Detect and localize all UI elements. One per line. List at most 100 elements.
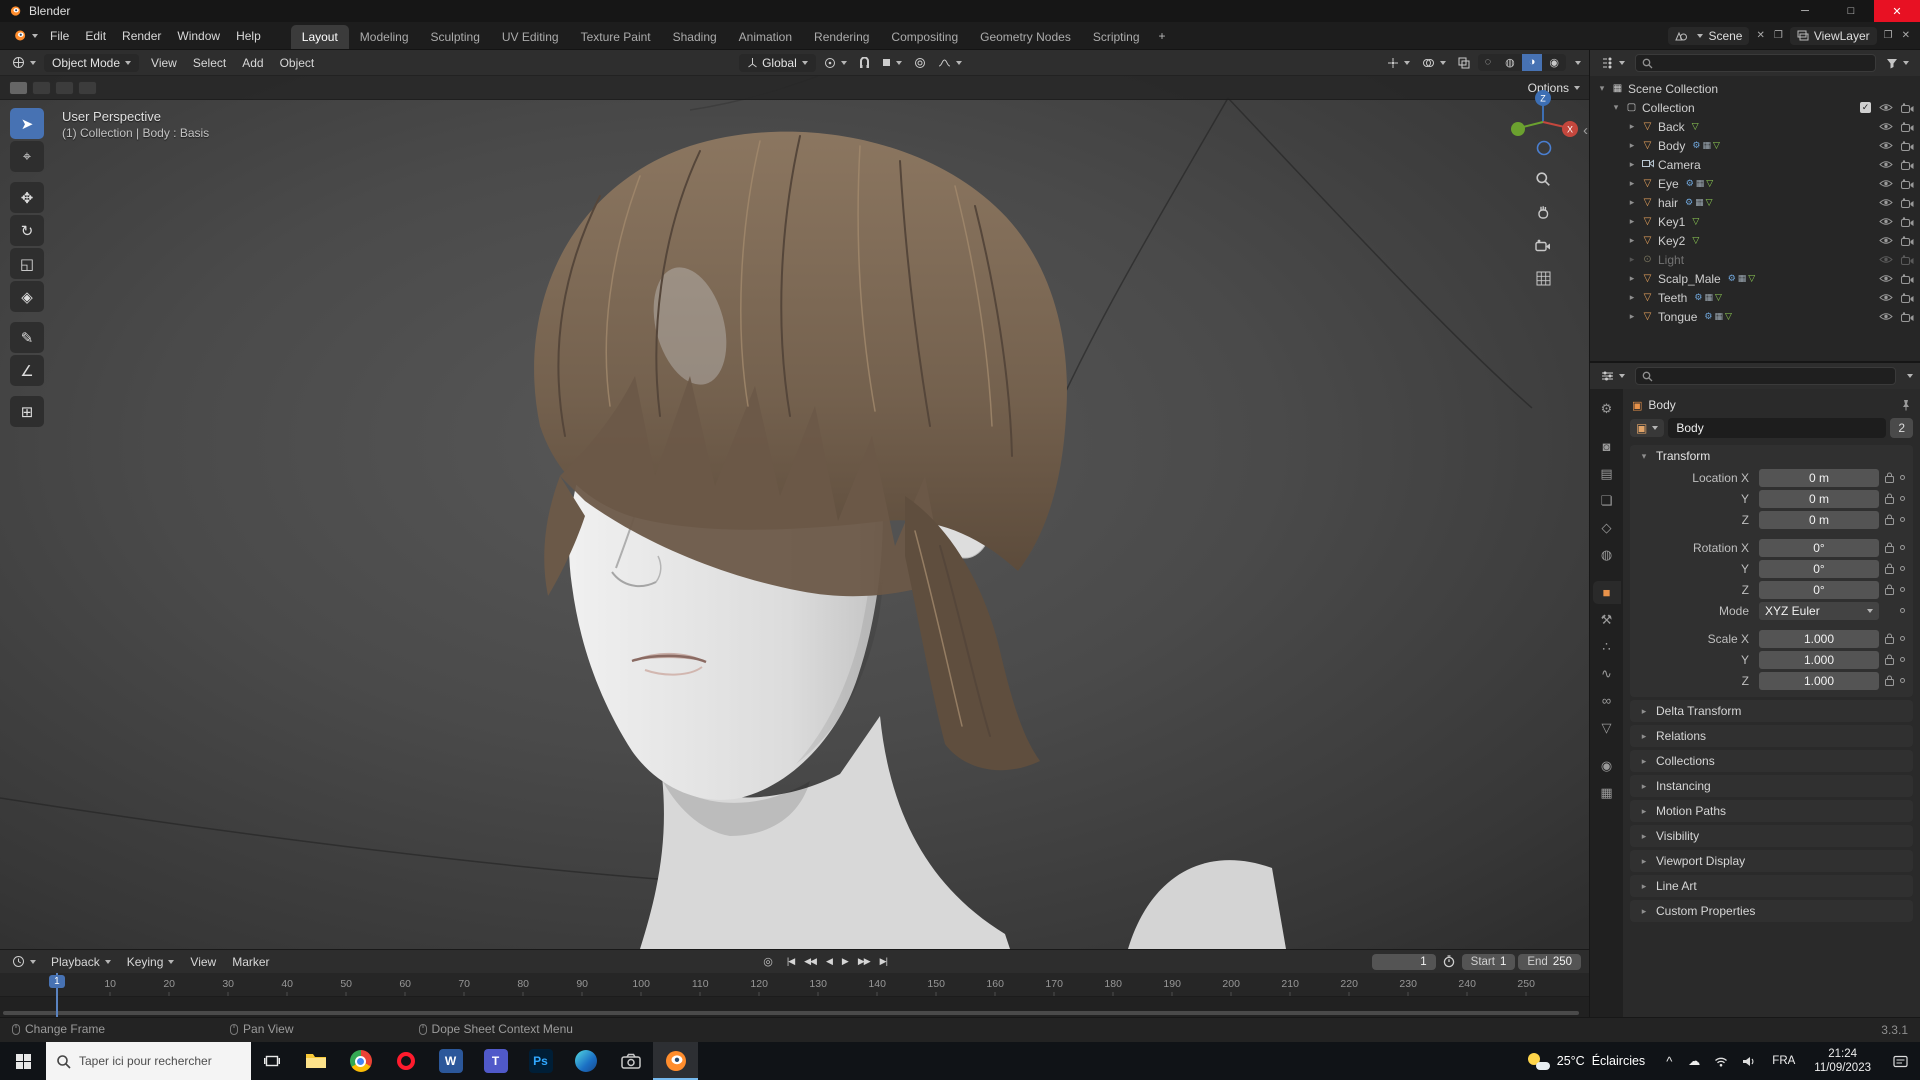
timeline-menu-keying[interactable]: Keying — [119, 952, 183, 972]
expand-icon[interactable]: ▾ — [1597, 83, 1607, 94]
panel-visibility[interactable]: ▸ Visibility — [1630, 825, 1913, 847]
properties-search-input[interactable] — [1635, 367, 1896, 385]
expand-icon[interactable]: ▸ — [1627, 254, 1637, 265]
value-field-z[interactable]: 0 m — [1759, 510, 1879, 529]
panel-relations[interactable]: ▸ Relations — [1630, 725, 1913, 747]
end-frame-field[interactable]: End 250 — [1518, 953, 1582, 970]
outliner-item-teeth[interactable]: ▸ ▽ Teeth ⚙ ▦ ▽ — [1590, 288, 1920, 307]
hide-viewport-icon[interactable] — [1879, 159, 1893, 170]
hide-viewport-icon[interactable] — [1879, 311, 1893, 322]
lock-icon[interactable] — [1885, 654, 1894, 665]
navigation-gizmo[interactable]: Z X — [1507, 86, 1579, 158]
disable-render-icon[interactable] — [1901, 254, 1914, 265]
exclude-checkbox[interactable]: ✓ — [1860, 102, 1871, 113]
select-mode-new-icon[interactable] — [9, 80, 28, 95]
show-gizmo-icon[interactable] — [1383, 55, 1414, 71]
filter-icon[interactable] — [1882, 56, 1913, 71]
expand-icon[interactable]: ▸ — [1627, 121, 1637, 132]
outliner-item-hair[interactable]: ▸ ▽ hair ⚙ ▦ ▽ — [1590, 193, 1920, 212]
animate-dot[interactable] — [1900, 475, 1905, 480]
expand-icon[interactable]: ▸ — [1627, 311, 1637, 322]
hide-viewport-icon[interactable] — [1879, 254, 1893, 265]
workspace-tab-scripting[interactable]: Scripting — [1082, 25, 1151, 49]
auto-keyframe-icon[interactable]: ◎ — [757, 955, 779, 968]
outliner-search-input[interactable] — [1635, 54, 1876, 72]
value-field-scale-x[interactable]: 1.000 — [1759, 629, 1879, 648]
3d-viewport[interactable]: Options User Perspective (1) Collection … — [0, 76, 1589, 949]
outliner-item-back[interactable]: ▸ ▽ Back ▽ — [1590, 117, 1920, 136]
use-preview-range-icon[interactable] — [1439, 953, 1459, 970]
lock-icon[interactable] — [1885, 472, 1894, 483]
orientation-select[interactable]: Global — [739, 53, 816, 72]
outliner-item-light[interactable]: ▸ ⊙ Light — [1590, 250, 1920, 269]
disable-render-icon[interactable] — [1901, 273, 1914, 284]
value-field-y[interactable]: 0 m — [1759, 489, 1879, 508]
expand-icon[interactable]: ▸ — [1627, 292, 1637, 303]
volume-icon[interactable] — [1735, 1056, 1762, 1067]
timeline-menu-marker[interactable]: Marker — [224, 952, 277, 972]
outliner-scene-collection[interactable]: ▾ ▦ Scene Collection — [1590, 79, 1920, 98]
properties-tab-object-data[interactable]: ▽ — [1593, 716, 1621, 739]
falloff-icon[interactable] — [934, 56, 966, 70]
play-button[interactable]: ▶ — [837, 954, 853, 969]
properties-tab-output[interactable]: ▤ — [1593, 462, 1621, 485]
lock-icon[interactable] — [1885, 563, 1894, 574]
tool-select-box[interactable]: ➤ — [10, 108, 44, 139]
remove-viewlayer-icon[interactable]: ✕ — [1900, 30, 1912, 41]
disable-render-icon[interactable] — [1901, 102, 1914, 113]
outliner-item-body[interactable]: ▸ ▽ Body ⚙ ▦ ▽ — [1590, 136, 1920, 155]
panel-instancing[interactable]: ▸ Instancing — [1630, 775, 1913, 797]
value-field-location-x[interactable]: 0 m — [1759, 468, 1879, 487]
disable-render-icon[interactable] — [1901, 178, 1914, 189]
menu-help[interactable]: Help — [228, 26, 269, 46]
camera-view-icon[interactable] — [1531, 233, 1555, 257]
properties-editor-icon[interactable] — [1597, 368, 1629, 384]
frame-ruler[interactable]: 10 20 30 40 50 60 70 80 90 100 110 120 130 140 150 160 1… — [0, 973, 1589, 997]
close-button[interactable]: ✕ — [1874, 0, 1920, 22]
mode-select[interactable]: Object Mode — [44, 53, 140, 72]
panel-delta-transform[interactable]: ▸ Delta Transform — [1630, 700, 1913, 722]
disable-render-icon[interactable] — [1901, 311, 1914, 322]
animate-dot[interactable] — [1900, 587, 1905, 592]
panel-viewport-display[interactable]: ▸ Viewport Display — [1630, 850, 1913, 872]
hide-viewport-icon[interactable] — [1879, 121, 1893, 132]
workspace-tab-layout[interactable]: Layout — [290, 25, 349, 49]
outliner-item-key2[interactable]: ▸ ▽ Key2 ▽ — [1590, 231, 1920, 250]
notification-center-icon[interactable] — [1880, 1042, 1920, 1080]
properties-tab-view-layer[interactable]: ❏ — [1593, 489, 1621, 512]
scene-selector[interactable]: Scene — [1668, 26, 1750, 45]
start-button[interactable] — [0, 1042, 46, 1080]
lock-icon[interactable] — [1885, 493, 1894, 504]
tool-annotate[interactable]: ✎ — [10, 322, 44, 353]
hide-viewport-icon[interactable] — [1879, 102, 1893, 113]
outliner-item-key1[interactable]: ▸ ▽ Key1 ▽ — [1590, 212, 1920, 231]
disable-render-icon[interactable] — [1901, 197, 1914, 208]
expand-icon[interactable]: ▸ — [1627, 140, 1637, 151]
taskbar-search-input[interactable]: Taper ici pour rechercher — [46, 1042, 251, 1080]
disable-render-icon[interactable] — [1901, 140, 1914, 151]
timeline-menu-view[interactable]: View — [182, 952, 224, 972]
tool-add-cube[interactable]: ⊞ — [10, 396, 44, 427]
viewport-menu-view[interactable]: View — [143, 53, 185, 73]
value-field-y[interactable]: 1.000 — [1759, 650, 1879, 669]
lock-icon[interactable] — [1885, 675, 1894, 686]
taskbar-app-blender[interactable] — [653, 1042, 698, 1080]
animate-dot[interactable] — [1900, 608, 1905, 613]
animate-dot[interactable] — [1900, 636, 1905, 641]
outliner-item-scalp-male[interactable]: ▸ ▽ Scalp_Male ⚙ ▦ ▽ — [1590, 269, 1920, 288]
expand-icon[interactable]: ▸ — [1627, 178, 1637, 189]
disable-render-icon[interactable] — [1901, 235, 1914, 246]
timeline-editor-icon[interactable] — [8, 953, 40, 970]
viewport-menu-add[interactable]: Add — [234, 53, 271, 73]
taskbar-app-word[interactable]: W — [428, 1042, 473, 1080]
lock-icon[interactable] — [1885, 633, 1894, 644]
shading-wireframe-icon[interactable]: ◌ — [1478, 54, 1499, 71]
properties-options-icon[interactable] — [1907, 374, 1913, 378]
properties-tab-world[interactable]: ◍ — [1593, 543, 1621, 566]
workspace-tab-rendering[interactable]: Rendering — [803, 25, 880, 49]
blender-menu-icon[interactable] — [8, 26, 42, 45]
workspace-tab-compositing[interactable]: Compositing — [880, 25, 969, 49]
snap-magnet-icon[interactable] — [855, 55, 874, 71]
shading-solid-icon[interactable]: ◍ — [1498, 54, 1522, 71]
unlink-scene-icon[interactable]: ✕ — [1754, 30, 1766, 41]
